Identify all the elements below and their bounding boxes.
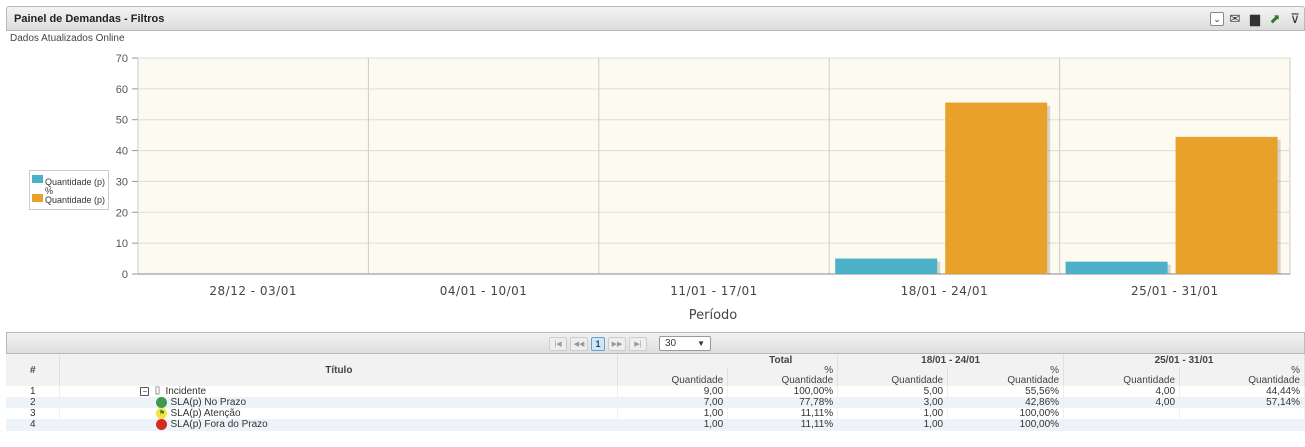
y-tick-label: 20 — [116, 207, 128, 219]
cell-total-qty: 7,00 — [617, 397, 729, 409]
next-page-button[interactable]: ▶▶ — [608, 336, 626, 351]
cell-p2-pct: 44,44% — [1179, 386, 1305, 398]
col-header-p2-pct[interactable]: % Quantidade — [1179, 366, 1305, 386]
cell-p1-qty: 1,00 — [837, 419, 949, 431]
table-row[interactable]: 1 − ▯ Incidente 9,00 100,00% 5,00 55,56% 4… — [6, 385, 1305, 398]
prev-page-button[interactable]: ◀◀ — [570, 336, 588, 351]
dropdown-icon[interactable]: ⌄ — [1210, 12, 1224, 26]
bar — [1175, 136, 1278, 274]
row-num: 4 — [6, 419, 61, 431]
email-icon[interactable]: ✉ — [1226, 10, 1244, 28]
cell-total-qty: 1,00 — [617, 408, 729, 420]
x-axis-title: Período — [689, 308, 738, 323]
cell-total-pct: 100,00% — [727, 386, 839, 398]
group-header-period-1: 18/01 - 24/01 — [837, 354, 1065, 367]
bar-chart: 0 10 20 30 40 50 60 70 28/12 - 03/01 04/01 - 10/0… — [116, 53, 1291, 323]
chevron-down-icon: ▼ — [697, 339, 705, 348]
legend-swatch-quantidade — [32, 175, 43, 183]
y-tick-label: 40 — [116, 146, 128, 158]
cell-total-pct: 77,78% — [727, 397, 839, 409]
first-page-button[interactable]: |◀ — [549, 336, 567, 351]
col-header-total-pct[interactable]: % Quantidade — [727, 366, 839, 386]
legend-label-pct-quantidade: Quantidade (p) — [45, 195, 106, 205]
header-toolbar: ⌄ ✉ ▆ ⬈ ⊽ — [1210, 10, 1304, 28]
page-1-button[interactable]: 1 — [591, 336, 605, 351]
red-circle-icon — [156, 419, 168, 431]
y-tick-label: 50 — [116, 115, 128, 127]
page-size-select[interactable]: 30 ▼ — [659, 336, 711, 351]
cell-total-qty: 1,00 — [617, 419, 729, 431]
print-icon[interactable]: ▆ — [1246, 10, 1264, 28]
cell-p2-qty: 4,00 — [1063, 397, 1181, 409]
x-tick-label: 04/01 - 10/01 — [440, 284, 528, 298]
col-header-num[interactable]: # — [6, 354, 61, 386]
panel-header: Painel de Demandas - Filtros ⌄ ✉ ▆ ⬈ ⊽ — [6, 6, 1305, 31]
col-header-p1-qty[interactable]: Quantidade — [837, 367, 949, 386]
grid-toolbar: |◀ ◀◀ 1 ▶▶ ▶| 30 ▼ — [6, 332, 1305, 354]
cell-p1-pct: 100,00% — [947, 408, 1065, 420]
cell-p2-qty — [1063, 408, 1181, 420]
cell-p1-qty: 3,00 — [837, 397, 949, 409]
table-row[interactable]: 4 SLA(p) Fora do Prazo 1,00 11,11% 1,00 … — [6, 419, 1305, 431]
chart-legend: Quantidade (p) % Quantidade (p) — [29, 170, 109, 210]
yellow-flag-icon: ⚑ — [156, 408, 168, 420]
y-tick-label: 60 — [116, 84, 128, 96]
cell-p2-pct — [1179, 408, 1305, 420]
x-tick-label: 25/01 - 31/01 — [1131, 284, 1219, 298]
cell-p1-qty: 1,00 — [837, 408, 949, 420]
x-tick-label: 18/01 - 24/01 — [901, 284, 989, 298]
collapse-icon[interactable]: − — [140, 387, 150, 396]
last-page-button[interactable]: ▶| — [629, 336, 647, 351]
cell-total-qty: 9,00 — [617, 386, 729, 398]
col-header-p1-pct[interactable]: % Quantidade — [947, 366, 1065, 386]
group-header-total: Total — [617, 354, 839, 367]
filter-icon[interactable]: ⊽ — [1286, 10, 1304, 28]
pager: |◀ ◀◀ 1 ▶▶ ▶| 30 ▼ — [549, 336, 711, 351]
page-size-value: 30 — [665, 338, 677, 349]
y-tick-label: 10 — [116, 238, 128, 250]
legend-swatch-pct-quantidade — [32, 194, 43, 202]
col-header-p2-qty[interactable]: Quantidade — [1063, 367, 1181, 386]
panel-title: Painel de Demandas - Filtros — [14, 13, 165, 25]
row-num: 3 — [6, 408, 61, 420]
bar — [1065, 261, 1168, 274]
table-row[interactable]: 2 SLA(p) No Prazo 7,00 77,78% 3,00 42,86… — [6, 397, 1305, 409]
export-icon[interactable]: ⬈ — [1266, 10, 1284, 28]
cell-p1-qty: 5,00 — [837, 386, 949, 398]
plot-area — [137, 57, 1291, 275]
cell-p2-pct — [1179, 419, 1305, 431]
legend-label-quantidade: Quantidade (p) — [45, 177, 106, 187]
cell-total-pct: 11,11% — [727, 419, 839, 431]
group-header-period-2: 25/01 - 31/01 — [1063, 354, 1305, 367]
cell-p1-pct: 55,56% — [947, 386, 1065, 398]
data-table: # Título Total 18/01 - 24/01 25/01 - 31/… — [6, 354, 1305, 431]
row-title: ⚑ SLA(p) Atenção — [59, 408, 619, 420]
col-header-title[interactable]: Título — [59, 354, 619, 386]
x-tick-label: 28/12 - 03/01 — [209, 284, 297, 298]
table-row[interactable]: 3 ⚑ SLA(p) Atenção 1,00 11,11% 1,00 100,0… — [6, 408, 1305, 420]
cell-p1-pct: 42,86% — [947, 397, 1065, 409]
y-tick-label: 70 — [116, 53, 128, 65]
cell-p2-pct: 57,14% — [1179, 397, 1305, 409]
col-header-total-qty[interactable]: Quantidade — [617, 367, 729, 386]
cell-p1-pct: 100,00% — [947, 419, 1065, 431]
row-title: − ▯ Incidente — [59, 385, 619, 398]
row-num: 1 — [6, 386, 61, 398]
cell-p2-qty — [1063, 419, 1181, 431]
row-title: SLA(p) No Prazo — [59, 397, 619, 409]
bar — [945, 102, 1048, 274]
cell-p2-qty: 4,00 — [1063, 386, 1181, 398]
cell-total-pct: 11,11% — [727, 408, 839, 420]
y-tick-label: 30 — [116, 176, 128, 188]
row-num: 2 — [6, 397, 61, 409]
row-title: SLA(p) Fora do Prazo — [59, 419, 619, 431]
subtitle: Dados Atualizados Online — [10, 33, 125, 44]
green-circle-icon — [156, 397, 168, 409]
clipboard-icon: ▯ — [154, 385, 161, 396]
x-tick-label: 11/01 - 17/01 — [670, 284, 758, 298]
bar — [835, 258, 938, 274]
y-tick-label: 0 — [122, 269, 128, 281]
